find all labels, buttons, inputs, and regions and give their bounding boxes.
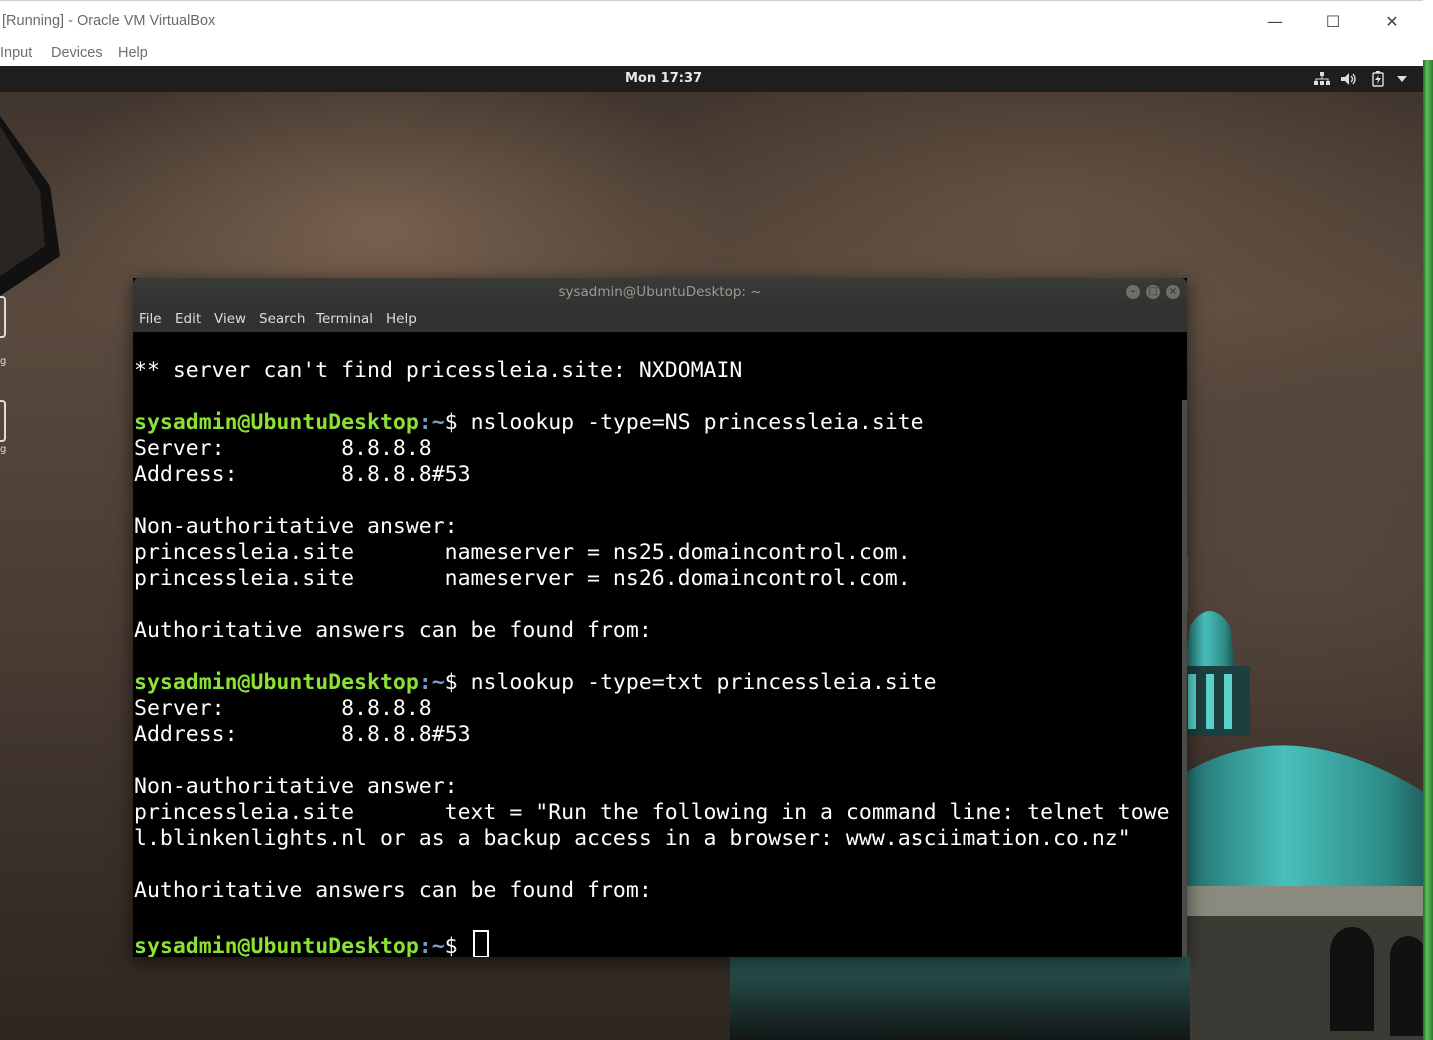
- terminal-cursor[interactable]: [472, 930, 489, 957]
- volume-icon[interactable]: [1341, 72, 1357, 86]
- terminal-close-button[interactable]: ×: [1166, 285, 1180, 299]
- terminal-output-line: Non-authoritative answer:: [134, 514, 458, 539]
- terminal-title: sysadmin@UbuntuDesktop: ~: [558, 284, 762, 300]
- terminal-minimize-button[interactable]: –: [1126, 285, 1140, 299]
- terminal-window[interactable]: sysadmin@UbuntuDesktop: ~ – □ × File Edi…: [133, 278, 1187, 957]
- prompt-user-host: sysadmin@UbuntuDesktop: [134, 934, 419, 957]
- prompt-user-host: sysadmin@UbuntuDesktop: [134, 410, 419, 435]
- terminal-output-line: l.blinkenlights.nl or as a backup access…: [134, 826, 1131, 851]
- terminal-output[interactable]: ** server can't find pricessleia.site: N…: [134, 358, 1182, 957]
- wallpaper-cathedral: [730, 956, 1190, 1040]
- chevron-down-icon[interactable]: [1397, 76, 1407, 82]
- prompt-user-host: sysadmin@UbuntuDesktop: [134, 670, 419, 695]
- terminal-output-line: princessleia.site nameserver = ns25.doma…: [134, 540, 911, 565]
- terminal-output-line: Address: 8.8.8.8#53: [134, 722, 471, 747]
- prompt-symbol: $: [444, 670, 458, 695]
- terminal-output-line: princessleia.site text = "Run the follow…: [134, 800, 1170, 825]
- prompt-command: [458, 934, 471, 957]
- terminal-output-line: Non-authoritative answer:: [134, 774, 458, 799]
- menu-help[interactable]: Help: [118, 45, 148, 61]
- prompt-command: nslookup -type=NS princessleia.site: [457, 410, 924, 435]
- terminal-menu-help[interactable]: Help: [386, 311, 417, 327]
- terminal-menu-file[interactable]: File: [139, 311, 162, 327]
- terminal-output-line: Authoritative answers can be found from:: [134, 878, 652, 903]
- terminal-output-line: Authoritative answers can be found from:: [134, 618, 652, 643]
- terminal-scrollbar[interactable]: [1182, 400, 1187, 957]
- terminal-menubar: File Edit View Search Terminal Help: [133, 306, 1187, 332]
- vbox-window-title: [Running] - Oracle VM VirtualBox: [2, 13, 216, 29]
- terminal-maximize-button[interactable]: □: [1146, 285, 1160, 299]
- vbox-titlebar: [Running] - Oracle VM VirtualBox — ☐ ✕: [0, 0, 1423, 43]
- terminal-menu-view[interactable]: View: [214, 311, 246, 327]
- close-button[interactable]: ✕: [1372, 9, 1412, 35]
- gnome-top-bar: Mon 17:37: [0, 66, 1423, 92]
- terminal-output-line: Server: 8.8.8.8: [134, 696, 432, 721]
- maximize-button[interactable]: ☐: [1313, 9, 1353, 35]
- prompt-path: :~: [418, 670, 445, 695]
- terminal-output-line: Server: 8.8.8.8: [134, 436, 432, 461]
- terminal-output-line: ** server can't find pricessleia.site: N…: [134, 358, 743, 383]
- terminal-output-line: princessleia.site nameserver = ns26.doma…: [134, 566, 911, 591]
- minimize-button[interactable]: —: [1255, 9, 1295, 35]
- battery-icon[interactable]: [1372, 71, 1384, 87]
- prompt-command: nslookup -type=txt princessleia.site: [457, 670, 937, 695]
- terminal-titlebar[interactable]: sysadmin@UbuntuDesktop: ~ – □ ×: [133, 278, 1187, 306]
- terminal-prompt-line: sysadmin@UbuntuDesktop:~$ nslookup -type…: [134, 670, 1182, 696]
- terminal-prompt-line: sysadmin@UbuntuDesktop:~$: [134, 930, 1182, 957]
- terminal-prompt-line: sysadmin@UbuntuDesktop:~$ nslookup -type…: [134, 410, 1182, 436]
- desktop-icon-label: g: [0, 356, 7, 367]
- menu-devices[interactable]: Devices: [51, 45, 103, 61]
- terminal-menu-terminal[interactable]: Terminal: [316, 311, 373, 327]
- wallpaper-dome: [1180, 556, 1423, 1040]
- desktop-icon[interactable]: [0, 296, 6, 338]
- prompt-symbol: $: [444, 410, 458, 435]
- prompt-symbol: $: [444, 934, 458, 957]
- network-icon[interactable]: [1314, 72, 1330, 86]
- vbox-menubar: Input Devices Help: [0, 42, 1423, 66]
- wallpaper-building-left: [0, 116, 60, 296]
- host-window-edge-top: [1423, 0, 1433, 60]
- prompt-path: :~: [418, 410, 445, 435]
- clock[interactable]: Mon 17:37: [625, 71, 702, 86]
- desktop-icon-label: g: [0, 444, 7, 455]
- desktop-icon[interactable]: [0, 400, 6, 442]
- prompt-path: :~: [418, 934, 445, 957]
- menu-input[interactable]: Input: [0, 45, 32, 61]
- terminal-menu-search[interactable]: Search: [259, 311, 305, 327]
- terminal-menu-edit[interactable]: Edit: [175, 311, 201, 327]
- host-window-edge: [1423, 0, 1433, 1040]
- terminal-output-line: Address: 8.8.8.8#53: [134, 462, 471, 487]
